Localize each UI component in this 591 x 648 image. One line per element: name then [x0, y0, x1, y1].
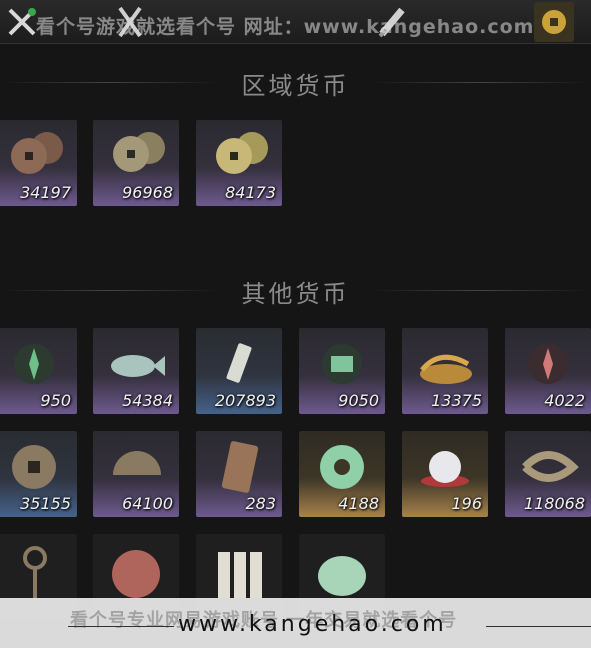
- currency-tile[interactable]: 283: [196, 431, 282, 517]
- key-coin-icon: [23, 546, 47, 598]
- item-count: 84173: [225, 183, 276, 202]
- currency-tile[interactable]: 54384: [93, 328, 179, 414]
- gold-coins-icon: [216, 132, 268, 174]
- jade-stone-icon: [318, 556, 366, 596]
- paper-notes-icon: [218, 552, 262, 598]
- divider: [486, 626, 591, 627]
- currency-tile[interactable]: 4022: [505, 328, 591, 414]
- ancient-coin-icon: [12, 445, 56, 489]
- currency-tile[interactable]: 118068: [505, 431, 591, 517]
- currency-tile[interactable]: 13375: [402, 328, 488, 414]
- item-count: 13375: [431, 391, 482, 410]
- divider: [68, 626, 174, 627]
- watermark-text: 看个号游戏就选看个号 网址：www.kangehao.com: [36, 16, 535, 38]
- item-count: 35155: [20, 494, 71, 513]
- item-count: 96968: [122, 183, 173, 202]
- item-count: 950: [40, 391, 71, 410]
- item-count: 64100: [122, 494, 173, 513]
- pearl-icon: [421, 451, 469, 487]
- currency-tile[interactable]: 196: [402, 431, 488, 517]
- coin-string-icon: [522, 451, 579, 482]
- currency-tile[interactable]: 96968: [93, 120, 179, 206]
- currency-tile[interactable]: 64100: [93, 431, 179, 517]
- item-count: 196: [451, 494, 482, 513]
- section-title-other: 其他货币: [241, 280, 350, 308]
- item-count: 9050: [338, 391, 379, 410]
- top-bar: 看个号游戏就选看个号 网址：www.kangehao.com: [0, 0, 591, 44]
- red-token-icon: [528, 344, 568, 384]
- item-count: 207893: [214, 391, 276, 410]
- bronze-plaque-icon: [221, 441, 259, 493]
- currency-tile[interactable]: 84173: [196, 120, 282, 206]
- item-count: 118068: [523, 494, 585, 513]
- jade-disc-icon: [320, 445, 364, 489]
- section-title-regional: 区域货币: [241, 72, 350, 100]
- item-count: 34197: [20, 183, 71, 202]
- jade-fish-icon: [111, 355, 165, 377]
- grain-pile-icon: [420, 354, 472, 384]
- item-count: 283: [245, 494, 276, 513]
- item-count: 54384: [122, 391, 173, 410]
- currency-tile[interactable]: 34197: [0, 120, 77, 206]
- item-count: 4022: [544, 391, 585, 410]
- coin-icon[interactable]: [534, 2, 574, 42]
- copper-coins-icon: [11, 132, 63, 174]
- silver-coins-icon: [113, 132, 165, 172]
- currency-tile[interactable]: 9050: [299, 328, 385, 414]
- red-seal-icon: [112, 550, 160, 598]
- currency-tile[interactable]: 4188: [299, 431, 385, 517]
- currency-tile[interactable]: 950: [0, 328, 77, 414]
- jade-token-icon: [14, 344, 54, 384]
- currency-tile[interactable]: 207893: [196, 328, 282, 414]
- currency-tile[interactable]: 35155: [0, 431, 77, 517]
- footer-url: www.kangehao.com: [178, 612, 447, 637]
- item-count: 4188: [338, 494, 379, 513]
- map-icon: [322, 344, 362, 384]
- half-coin-icon: [113, 451, 161, 475]
- tablet-icon: [226, 343, 252, 383]
